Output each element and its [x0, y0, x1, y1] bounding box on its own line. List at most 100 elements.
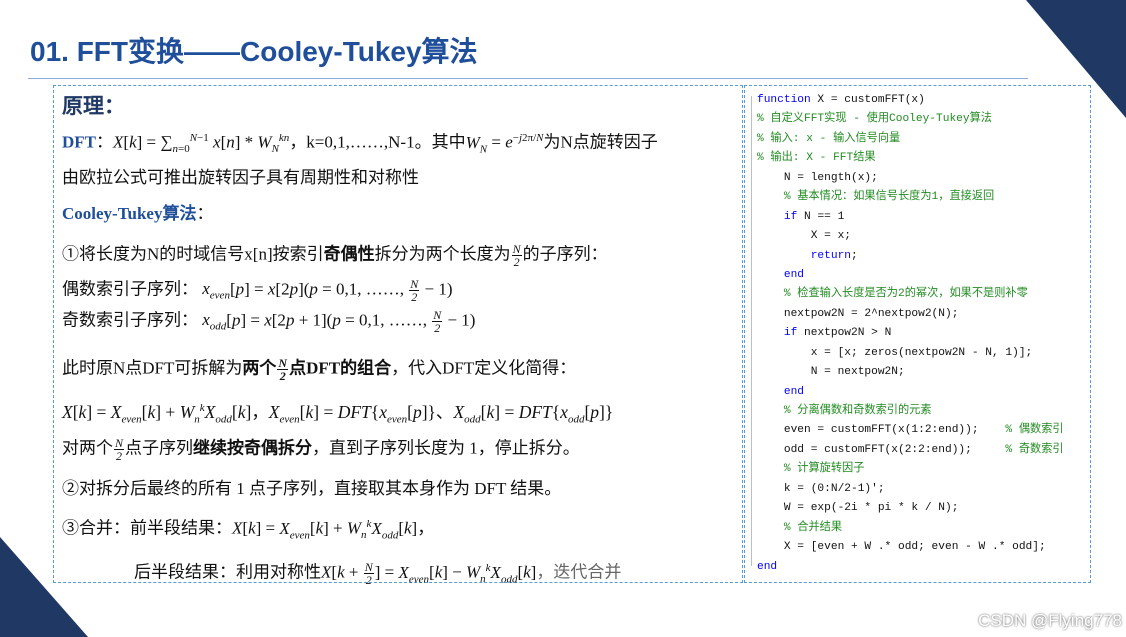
code-text: X = [even + W .* odd; even - W .* odd];: [757, 541, 1046, 554]
principle-heading: 原理：: [62, 95, 125, 118]
cooley-tukey-heading: Cooley-Tukey算法: [62, 204, 197, 223]
slide-title: 01. FFT变换——Cooley-Tukey算法: [30, 36, 478, 67]
code-line: odd = customFFT(x(2:2:end)); % 奇数索引: [757, 441, 1064, 460]
decomp-bold-1: 两个: [242, 358, 277, 378]
code-panel: function X = customFFT(x) % 自定义FFT实现 - 使用…: [744, 85, 1091, 583]
code-line: W = exp(-2i * pi * k / N);: [757, 499, 1064, 518]
matlab-code-block: function X = customFFT(x) % 自定义FFT实现 - 使用…: [757, 91, 1064, 577]
code-text: k = (0:N/2-1)';: [757, 482, 885, 495]
code-line: end: [757, 266, 1064, 285]
code-comment: % 分离偶数和奇数索引的元素: [783, 405, 932, 417]
code-comment: % 输出: X - FFT结果: [757, 152, 876, 165]
title-divider: [28, 78, 1028, 79]
code-comment: % 检查输入长度是否为2的幂次，如果不是则补零: [783, 288, 1028, 301]
code-line: k = (0:N/2-1)';: [757, 480, 1064, 499]
dft-definition-line: DFT：X[k] = ∑n=0N−1 x[n] * WNkn，k=0,1,……,…: [62, 132, 658, 156]
principle-panel: 原理： DFT：X[k] = ∑n=0N−1 x[n] * WNkn，k=0,1…: [53, 85, 743, 586]
code-line: N = length(x);: [757, 169, 1064, 188]
even-label: 偶数索引子序列：: [62, 279, 198, 299]
step1-text-a: ①将长度为N的时域信号x[n]按索引: [62, 244, 324, 264]
dft-split-formula: X[k] = Xeven[k] + WnkXodd[k]，Xeven[k] = …: [62, 401, 614, 426]
dft-label: DFT: [62, 132, 96, 152]
code-fold-guide: [751, 96, 752, 566]
code-text: ;: [851, 249, 858, 262]
code-keyword: end: [757, 268, 804, 281]
code-line: % 计算旋转因子: [757, 460, 1064, 479]
code-line: % 分离偶数和奇数索引的元素: [757, 402, 1064, 421]
code-text: W = exp(-2i * pi * k / N);: [757, 502, 959, 515]
code-line: even = customFFT(x(1:2:end)); % 偶数索引: [757, 421, 1064, 440]
code-line: % 合并结果: [757, 519, 1064, 538]
euler-line: 由欧拉公式可推出旋转因子具有周期性和对称性: [62, 168, 419, 187]
code-line: nextpow2N = 2^nextpow2(N);: [757, 305, 1064, 324]
code-comment: % 输入: x - 输入信号向量: [757, 132, 901, 145]
step3-label: ③合并：前半段结果：: [62, 518, 232, 538]
step3-back-line: 后半段结果：利用对称性X[k + N 2] = Xeven[k] − WnkXod…: [134, 560, 622, 588]
decomp-text-a: 此时原N点DFT可拆解为: [62, 358, 243, 378]
decomposition-line: 此时原N点DFT可拆解为两个 N 2 点DFT的组合，代入DFT定义化简得：: [62, 356, 577, 383]
code-text: nextpow2N > N: [797, 327, 892, 340]
code-text: N = length(x);: [757, 171, 878, 184]
code-line: return;: [757, 247, 1064, 266]
recursion-line: 对两个 N 2 点子序列继续按奇偶拆分，直到子序列长度为 1，停止拆分。: [62, 436, 580, 463]
recur-text-c: ，直到子序列长度为 1，停止拆分。: [312, 438, 580, 458]
step1-text-b: 拆分为两个长度为: [374, 244, 511, 264]
code-text: X = x;: [757, 230, 851, 243]
decomp-bold-2: 点DFT的组合: [289, 358, 392, 378]
recur-text-b: 点子序列: [125, 438, 194, 458]
step3-back-label: 后半段结果：利用对称性: [134, 562, 321, 582]
code-line: % 输出: X - FFT结果: [757, 149, 1064, 168]
code-text: nextpow2N = 2^nextpow2(N);: [757, 307, 959, 320]
step1-bold: 奇偶性: [323, 244, 375, 264]
code-line: X = [even + W .* odd; even - W .* odd];: [757, 538, 1064, 557]
code-comment: % 计算旋转因子: [783, 463, 865, 476]
code-text: x = [x; zeros(nextpow2N - N, 1)];: [757, 346, 1033, 359]
code-keyword: end: [757, 560, 778, 573]
code-line: % 基本情况：如果信号长度为1，直接返回: [757, 188, 1064, 207]
code-line: x = [x; zeros(nextpow2N - N, 1)];: [757, 344, 1064, 363]
code-line: X = x;: [757, 227, 1064, 246]
code-comment: % 奇数索引: [1005, 443, 1064, 456]
code-text: odd = customFFT(x(2:2:end));: [757, 443, 1006, 456]
code-comment: % 偶数索引: [1005, 424, 1064, 437]
code-line: % 检查输入长度是否为2的幂次，如果不是则补零: [757, 285, 1064, 304]
code-text: X = customFFT(x): [810, 94, 925, 106]
cooley-tukey-colon: ：: [196, 204, 214, 223]
code-keyword: if: [757, 327, 798, 340]
code-comment: % 合并结果: [783, 521, 843, 534]
code-text: N = nextpow2N;: [757, 366, 905, 379]
code-text: N == 1: [797, 210, 845, 223]
decomp-text-b: ，代入DFT定义化简得：: [391, 358, 577, 378]
odd-label: 奇数索引子序列：: [62, 310, 198, 330]
code-line: end: [757, 383, 1064, 402]
dft-tail-2: 为N点旋转因子: [543, 132, 658, 152]
step3-tail: ，迭代合并: [536, 562, 622, 582]
code-text: even = customFFT(x(1:2:end));: [757, 424, 1006, 437]
step2-line: ②对拆分后最终的所有 1 点子序列，直接取其本身作为 DFT 结果。: [62, 479, 562, 498]
step3-front-line: ③合并：前半段结果：X[k] = Xeven[k] + WnkXodd[k]，: [62, 518, 435, 542]
code-comment: % 自定义FFT实现 - 使用Cooley-Tukey算法: [757, 113, 992, 126]
dft-tail: ，k=0,1,……,N-1。其中: [289, 132, 466, 152]
code-line: % 自定义FFT实现 - 使用Cooley-Tukey算法: [757, 110, 1064, 129]
code-line: end: [757, 558, 1064, 577]
code-line: if nextpow2N > N: [757, 324, 1064, 343]
odd-subsequence-line: 奇数索引子序列： xodd[p] = x[2p + 1](p = 0,1, ………: [62, 308, 476, 335]
recur-bold: 继续按奇偶拆分: [193, 438, 313, 458]
code-line: N = nextpow2N;: [757, 363, 1064, 382]
code-comment: % 基本情况：如果信号长度为1，直接返回: [783, 191, 995, 204]
code-line: function X = customFFT(x): [757, 91, 1064, 110]
watermark: CSDN @Flying778: [978, 611, 1122, 630]
recur-text-a: 对两个: [62, 438, 113, 458]
code-keyword: return: [757, 249, 851, 262]
code-line: % 输入: x - 输入信号向量: [757, 130, 1064, 149]
code-keyword: if: [757, 210, 798, 223]
code-keyword: function: [757, 94, 811, 106]
step1-line: ①将长度为N的时域信号x[n]按索引奇偶性拆分为两个长度为 N 2 的子序列：: [62, 242, 608, 269]
code-line: if N == 1: [757, 208, 1064, 227]
code-keyword: end: [757, 385, 804, 398]
